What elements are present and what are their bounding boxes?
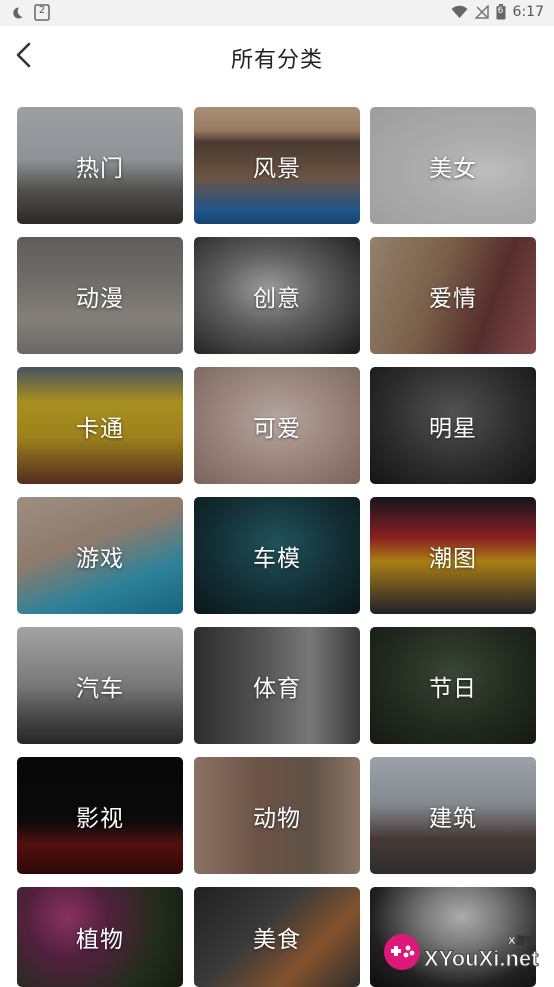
category-label: 爱情 bbox=[429, 285, 477, 312]
category-tile[interactable]: 潮图 bbox=[370, 497, 536, 614]
category-label: 可爱 bbox=[253, 415, 301, 442]
category-tile[interactable]: 动物 bbox=[194, 757, 360, 874]
category-tile[interactable]: 植物 bbox=[17, 887, 183, 987]
category-tile[interactable]: 爱情 bbox=[370, 237, 536, 354]
moon-icon bbox=[10, 6, 24, 20]
category-tile[interactable]: 热门 bbox=[17, 107, 183, 224]
category-tile[interactable]: 美女 bbox=[370, 107, 536, 224]
gamepad-logo-icon bbox=[384, 934, 420, 970]
category-label: 影视 bbox=[76, 805, 124, 832]
category-label: 美食 bbox=[253, 927, 301, 953]
category-label: 美女 bbox=[429, 155, 477, 182]
battery-level: 6 bbox=[497, 6, 504, 16]
category-label: 动漫 bbox=[76, 285, 124, 312]
sim-card-icon: 2 bbox=[34, 4, 50, 21]
page-title: 所有分类 bbox=[230, 48, 323, 73]
category-label: 热门 bbox=[76, 155, 124, 182]
clock-time: 6:17 bbox=[512, 4, 544, 20]
no-signal-icon bbox=[474, 5, 489, 19]
category-label: 创意 bbox=[253, 285, 301, 312]
category-tile[interactable]: 体育 bbox=[194, 627, 360, 744]
category-tile[interactable]: 可爱 bbox=[194, 367, 360, 484]
category-label: 车模 bbox=[253, 545, 301, 572]
category-tile[interactable]: 建筑 bbox=[370, 757, 536, 874]
category-tile[interactable]: 创意 bbox=[194, 237, 360, 354]
category-label: 节日 bbox=[429, 675, 477, 702]
category-tile[interactable]: 美食 bbox=[194, 887, 360, 987]
category-tile[interactable]: 影视 bbox=[17, 757, 183, 874]
battery-icon: 6 bbox=[496, 4, 506, 20]
category-label: 植物 bbox=[76, 927, 124, 953]
category-label: 卡通 bbox=[76, 415, 124, 442]
category-tile[interactable]: 动漫 bbox=[17, 237, 183, 354]
category-label: 建筑 bbox=[429, 805, 477, 832]
top-nav-bar: 所有分类 bbox=[0, 26, 554, 88]
category-tile[interactable]: 游戏 bbox=[17, 497, 183, 614]
watermark-small-text: X游戏 bbox=[508, 936, 536, 948]
category-tile[interactable]: 车模 bbox=[194, 497, 360, 614]
category-label: 明星 bbox=[429, 415, 477, 442]
category-tile[interactable]: 风景 bbox=[194, 107, 360, 224]
category-tile[interactable]: 节日 bbox=[370, 627, 536, 744]
status-bar: 2 6 6:17 bbox=[0, 0, 554, 26]
category-label: 体育 bbox=[253, 675, 301, 702]
category-tile[interactable]: 卡通 bbox=[17, 367, 183, 484]
category-label: 风景 bbox=[253, 155, 301, 182]
category-label: 动物 bbox=[253, 805, 301, 832]
watermark-text: XYouXi.net bbox=[424, 946, 539, 972]
category-label: 游戏 bbox=[76, 545, 124, 572]
category-label: 潮图 bbox=[429, 545, 477, 572]
wifi-icon bbox=[451, 5, 468, 19]
sim-number: 2 bbox=[38, 5, 46, 16]
watermark: XYouXi.net X游戏 bbox=[380, 926, 548, 980]
category-tile[interactable]: 明星 bbox=[370, 367, 536, 484]
category-tile[interactable]: 汽车 bbox=[17, 627, 183, 744]
category-label: 汽车 bbox=[76, 675, 124, 702]
